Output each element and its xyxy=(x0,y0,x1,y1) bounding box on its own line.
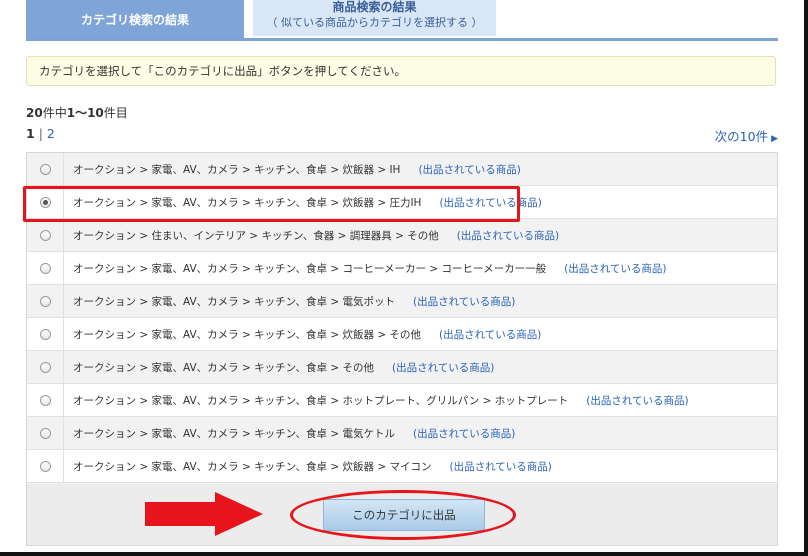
category-path-cell: オークション > 家電、AV、カメラ > キッチン、食卓 > 炊飯器 > IH (… xyxy=(73,153,521,185)
category-radio[interactable] xyxy=(39,460,51,472)
next-page-link[interactable]: 次の10件 ▶ xyxy=(715,126,778,145)
listed-items-link[interactable]: (出品されている商品) xyxy=(586,393,688,408)
category-radio[interactable] xyxy=(39,328,51,340)
page-separator: | xyxy=(38,126,43,141)
category-path: オークション > 家電、AV、カメラ > キッチン、食卓 > 電気ケトル xyxy=(73,427,395,440)
instruction-notice: カテゴリを選択して「このカテゴリに出品」ボタンを押してください。 xyxy=(26,56,776,86)
radio-cell xyxy=(27,219,64,251)
radio-cell xyxy=(27,417,64,449)
result-tabs: カテゴリ検索の結果 商品検索の結果 （ 似ている商品からカテゴリを選択する ） xyxy=(26,0,778,41)
category-path: オークション > 家電、AV、カメラ > キッチン、食卓 > 電気ポット xyxy=(73,295,395,308)
tab-product-results-subtitle: （ 似ている商品からカテゴリを選択する ） xyxy=(266,16,483,29)
listed-items-link[interactable]: (出品されている商品) xyxy=(564,261,666,276)
radio-cell xyxy=(27,285,64,317)
radio-cell xyxy=(27,351,64,383)
category-row[interactable]: オークション > 家電、AV、カメラ > キッチン、食卓 > その他 (出品されて… xyxy=(27,351,777,384)
count-range: 1～10 xyxy=(66,106,104,120)
category-path: オークション > 家電、AV、カメラ > キッチン、食卓 > ホットプレート、グ… xyxy=(73,394,569,407)
category-path: オークション > 家電、AV、カメラ > キッチン、食卓 > 炊飯器 > その他 xyxy=(73,328,421,341)
listed-items-link[interactable]: (出品されている商品) xyxy=(449,459,551,474)
category-radio[interactable] xyxy=(39,262,51,274)
result-count: 20件中1～10件目 xyxy=(26,104,128,121)
category-radio[interactable] xyxy=(39,427,51,439)
button-highlight-ellipse xyxy=(290,490,516,540)
category-row[interactable]: オークション > 家電、AV、カメラ > キッチン、食卓 > ホットプレート、グ… xyxy=(27,384,777,417)
instruction-text: カテゴリを選択して「このカテゴリに出品」ボタンを押してください。 xyxy=(39,64,406,78)
category-radio[interactable] xyxy=(39,361,51,373)
listed-items-link[interactable]: (出品されている商品) xyxy=(413,426,515,441)
next-page-label: 次の10件 xyxy=(714,129,769,144)
page-2-link[interactable]: 2 xyxy=(47,126,55,141)
category-path: オークション > 住まい、インテリア > キッチン、食器 > 調理器具 > その… xyxy=(73,229,439,242)
triangle-right-icon: ▶ xyxy=(771,134,778,144)
category-path-cell: オークション > 家電、AV、カメラ > キッチン、食卓 > その他 (出品されて… xyxy=(73,351,494,383)
count-total: 20 xyxy=(26,106,43,120)
radio-cell xyxy=(27,384,64,416)
category-path-cell: オークション > 家電、AV、カメラ > キッチン、食卓 > 炊飯器 > その他… xyxy=(73,318,541,350)
category-radio[interactable] xyxy=(39,229,51,241)
category-path-cell: オークション > 住まい、インテリア > キッチン、食器 > 調理器具 > その… xyxy=(73,219,559,251)
page-current: 1 xyxy=(26,126,35,141)
category-radio[interactable] xyxy=(39,295,51,307)
count-suffix: 件目 xyxy=(103,106,128,120)
listed-items-link[interactable]: (出品されている商品) xyxy=(418,162,520,177)
tab-product-results[interactable]: 商品検索の結果 （ 似ている商品からカテゴリを選択する ） xyxy=(253,0,496,36)
category-row[interactable]: オークション > 家電、AV、カメラ > キッチン、食卓 > 電気ポット (出品さ… xyxy=(27,285,777,318)
category-path-cell: オークション > 家電、AV、カメラ > キッチン、食卓 > 電気ケトル (出品さ… xyxy=(73,417,515,449)
category-path-cell: オークション > 家電、AV、カメラ > キッチン、食卓 > 電気ポット (出品さ… xyxy=(73,285,515,317)
listed-items-link[interactable]: (出品されている商品) xyxy=(439,327,541,342)
category-path: オークション > 家電、AV、カメラ > キッチン、食卓 > コーヒーメーカー … xyxy=(73,262,547,275)
category-path-cell: オークション > 家電、AV、カメラ > キッチン、食卓 > 炊飯器 > マイコ… xyxy=(73,450,552,482)
category-path: オークション > 家電、AV、カメラ > キッチン、食卓 > その他 xyxy=(73,361,374,374)
listed-items-link[interactable]: (出品されている商品) xyxy=(392,360,494,375)
category-row[interactable]: オークション > 家電、AV、カメラ > キッチン、食卓 > 炊飯器 > その他… xyxy=(27,318,777,351)
category-path-cell: オークション > 家電、AV、カメラ > キッチン、食卓 > ホットプレート、グ… xyxy=(73,384,689,416)
category-path-cell: オークション > 家電、AV、カメラ > キッチン、食卓 > コーヒーメーカー … xyxy=(73,252,667,284)
radio-cell xyxy=(27,252,64,284)
category-radio[interactable] xyxy=(39,394,51,406)
pagination: 1 | 2 xyxy=(26,126,55,141)
tab-product-results-title: 商品検索の結果 xyxy=(332,0,417,14)
selected-row-highlight xyxy=(23,186,520,222)
listed-items-link[interactable]: (出品されている商品) xyxy=(413,294,515,309)
category-row[interactable]: オークション > 家電、AV、カメラ > キッチン、食卓 > コーヒーメーカー … xyxy=(27,252,777,285)
radio-cell xyxy=(27,153,64,185)
right-arrow-icon xyxy=(145,492,263,536)
category-row[interactable]: オークション > 住まい、インテリア > キッチン、食器 > 調理器具 > その… xyxy=(27,219,777,252)
category-path: オークション > 家電、AV、カメラ > キッチン、食卓 > 炊飯器 > IH xyxy=(73,163,401,176)
category-row[interactable]: オークション > 家電、AV、カメラ > キッチン、食卓 > 電気ケトル (出品さ… xyxy=(27,417,777,450)
radio-cell xyxy=(27,450,64,482)
category-radio[interactable] xyxy=(39,163,51,175)
count-mid: 件中 xyxy=(42,106,67,120)
category-row[interactable]: オークション > 家電、AV、カメラ > キッチン、食卓 > 炊飯器 > IH (… xyxy=(27,153,777,186)
category-path: オークション > 家電、AV、カメラ > キッチン、食卓 > 炊飯器 > マイコ… xyxy=(73,460,432,473)
listed-items-link[interactable]: (出品されている商品) xyxy=(457,228,559,243)
tab-category-results[interactable]: カテゴリ検索の結果 xyxy=(26,0,244,38)
radio-cell xyxy=(27,318,64,350)
category-row[interactable]: オークション > 家電、AV、カメラ > キッチン、食卓 > 炊飯器 > マイコ… xyxy=(27,450,777,483)
tab-category-results-label: カテゴリ検索の結果 xyxy=(80,12,189,27)
